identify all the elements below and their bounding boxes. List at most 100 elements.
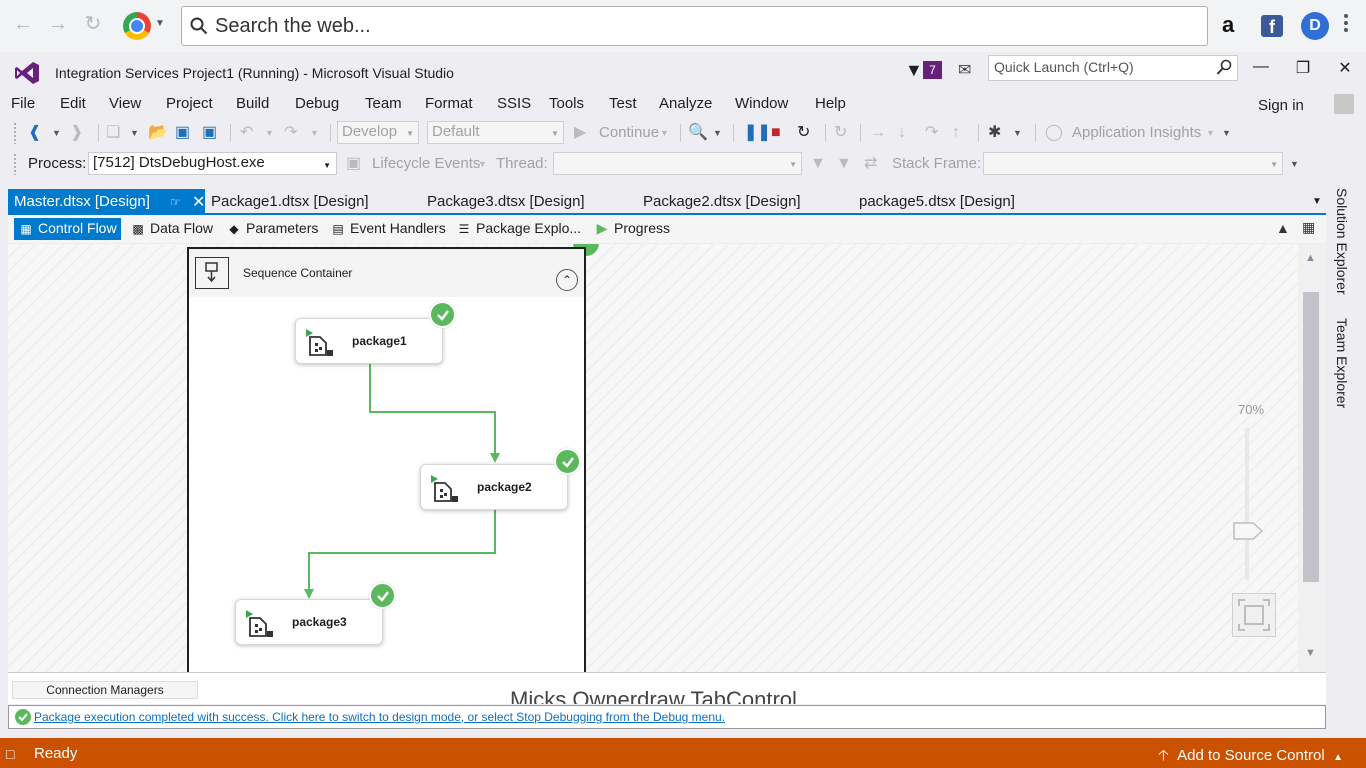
scroll-down-icon[interactable]: ▼ (1305, 647, 1316, 659)
menu-help[interactable]: Help (815, 95, 846, 112)
tab-package5-dtsx[interactable]: package5.dtsx [Design] (853, 189, 1021, 214)
menu-format[interactable]: Format (425, 95, 473, 112)
chevron-down-icon[interactable]: ▼ (52, 123, 61, 143)
menu-project[interactable]: Project (166, 95, 213, 112)
account-icon[interactable] (1334, 94, 1354, 114)
constraint-arrow[interactable] (369, 364, 496, 455)
chevron-down-icon[interactable]: ▼ (478, 154, 487, 174)
undo-icon[interactable]: ↶ (240, 123, 253, 143)
chevron-down-icon[interactable]: ▼ (310, 123, 319, 143)
chevron-down-icon[interactable]: ▼ (155, 18, 165, 29)
lifecycle-events-icon[interactable]: ▣ (346, 154, 361, 174)
close-icon[interactable]: ✕ (1330, 58, 1360, 82)
tab-master-dtsx[interactable]: Master.dtsx [Design] ☞ ✕ (8, 189, 205, 214)
tab-package1-dtsx[interactable]: Package1.dtsx [Design] (205, 189, 375, 214)
chevron-down-icon[interactable]: ▼ (713, 123, 722, 143)
chevron-down-icon[interactable]: ▼ (1206, 123, 1215, 143)
solution-configuration-combo[interactable]: Develop ▼ (337, 121, 419, 144)
constraint-arrow[interactable] (308, 510, 496, 591)
tab-package-explorer[interactable]: ☰ Package Explo... (452, 218, 585, 240)
switch-to-design-link[interactable]: Package execution completed with success… (34, 710, 725, 724)
search-icon[interactable] (1216, 59, 1233, 76)
flag-threads-icon[interactable]: ⇄ (864, 154, 877, 174)
redo-icon[interactable]: ↷ (284, 123, 297, 143)
process-combo[interactable]: [7512] DtsDebugHost.exe ▼ (88, 152, 337, 175)
solution-platform-combo[interactable]: Default ▼ (427, 121, 564, 144)
menu-analyze[interactable]: Analyze (659, 95, 712, 112)
tab-solution-explorer[interactable]: Solution Explorer (1334, 188, 1350, 295)
zoom-to-fit-button[interactable] (1232, 593, 1276, 637)
getting-started-icon[interactable]: ▦ (1302, 219, 1315, 236)
menu-test[interactable]: Test (609, 95, 637, 112)
play-icon[interactable]: ▶ (574, 123, 586, 143)
thread-combo[interactable]: ▼ (553, 152, 802, 175)
chrome-logo-icon[interactable] (123, 12, 151, 40)
lightbulb-icon[interactable]: ◯ (1045, 123, 1063, 143)
navigate-forward-icon[interactable]: ❱ (70, 123, 83, 143)
filter-clear-icon[interactable]: ▼ (836, 154, 852, 174)
vertical-scrollbar[interactable]: ▲ ▼ (1298, 244, 1326, 672)
chevron-down-icon[interactable]: ▼ (660, 123, 669, 143)
refresh-icon[interactable]: ↻ (834, 123, 847, 143)
menu-ssis[interactable]: SSIS (497, 95, 531, 112)
tab-progress[interactable]: ▶ Progress (590, 218, 674, 240)
scroll-up-icon[interactable]: ▲ (1305, 252, 1316, 264)
chevron-down-icon[interactable]: ▼ (265, 123, 274, 143)
toolbar-grip[interactable] (13, 122, 17, 144)
browser-search-box[interactable] (181, 6, 1208, 46)
menu-edit[interactable]: Edit (60, 95, 86, 112)
stop-icon[interactable]: ■ (771, 123, 781, 143)
menu-window[interactable]: Window (735, 95, 788, 112)
browser-search-input[interactable] (215, 13, 1175, 39)
close-icon[interactable]: ✕ (192, 192, 205, 212)
add-to-source-control-button[interactable]: 🡡 Add to Source Control ▲ (1158, 745, 1343, 768)
tab-package3-dtsx[interactable]: Package3.dtsx [Design] (421, 189, 591, 214)
quick-launch-input[interactable] (994, 59, 1209, 75)
save-icon[interactable]: ▣ (175, 123, 190, 143)
continue-button[interactable]: Continue (599, 124, 659, 141)
chevron-down-icon[interactable]: ▼ (130, 123, 139, 143)
feedback-icon[interactable]: ✉ (958, 60, 971, 80)
step-out-icon[interactable]: ↑ (952, 123, 960, 143)
menu-debug[interactable]: Debug (295, 95, 339, 112)
tab-connection-managers[interactable]: Connection Managers (12, 681, 198, 699)
kebab-menu-icon[interactable] (1344, 14, 1350, 35)
restart-icon[interactable]: ↻ (797, 123, 810, 143)
notification-badge[interactable]: 7 (923, 61, 942, 79)
toolbar-overflow-icon[interactable]: ▼ (1222, 123, 1231, 143)
tabs-dropdown-icon[interactable]: ▼ (1312, 196, 1322, 207)
tab-parameters[interactable]: ◆ Parameters (222, 218, 322, 240)
menu-tools[interactable]: Tools (549, 95, 584, 112)
minimize-icon[interactable]: — (1246, 58, 1276, 82)
tab-team-explorer[interactable]: Team Explorer (1334, 318, 1350, 408)
back-arrow-icon[interactable]: ← (11, 12, 35, 36)
zoom-slider-thumb[interactable] (1233, 521, 1263, 541)
hex-display-icon[interactable]: ✱ (988, 123, 1001, 143)
navigate-back-icon[interactable]: ❰ (28, 123, 41, 143)
menu-view[interactable]: View (109, 95, 141, 112)
sequence-container[interactable]: Sequence Container ⌃ package1 package2 p… (187, 247, 586, 672)
reload-icon[interactable]: ↻ (81, 12, 105, 36)
new-project-icon[interactable]: ❏ (106, 123, 120, 143)
filter-icon[interactable]: ▼ (810, 154, 826, 174)
tab-event-handlers[interactable]: ▤ Event Handlers (326, 218, 450, 240)
show-next-statement-icon[interactable]: → (870, 123, 886, 143)
step-over-icon[interactable]: ↷ (925, 123, 938, 143)
tab-data-flow[interactable]: ▩ Data Flow (126, 218, 217, 240)
stack-frame-combo[interactable]: ▼ (983, 152, 1283, 175)
tab-package2-dtsx[interactable]: Package2.dtsx [Design] (637, 189, 807, 214)
tab-control-flow[interactable]: ▦ Control Flow (14, 218, 121, 240)
menu-file[interactable]: File (11, 95, 35, 112)
menu-build[interactable]: Build (236, 95, 269, 112)
amazon-extension-icon[interactable]: a (1222, 12, 1234, 38)
toolbar-grip[interactable] (13, 153, 17, 175)
task-package3[interactable]: package3 (235, 599, 383, 645)
filter-notification-icon[interactable]: ▼ (905, 60, 923, 81)
d-extension-icon[interactable]: D (1301, 12, 1329, 40)
step-into-icon[interactable]: ↓ (898, 123, 906, 143)
sign-in-link[interactable]: Sign in (1258, 97, 1304, 114)
task-package2[interactable]: package2 (420, 464, 568, 510)
lifecycle-events-button[interactable]: Lifecycle Events (372, 155, 480, 172)
design-canvas[interactable]: Sequence Container ⌃ package1 package2 p… (8, 244, 1298, 672)
application-insights-button[interactable]: Application Insights (1072, 124, 1201, 141)
